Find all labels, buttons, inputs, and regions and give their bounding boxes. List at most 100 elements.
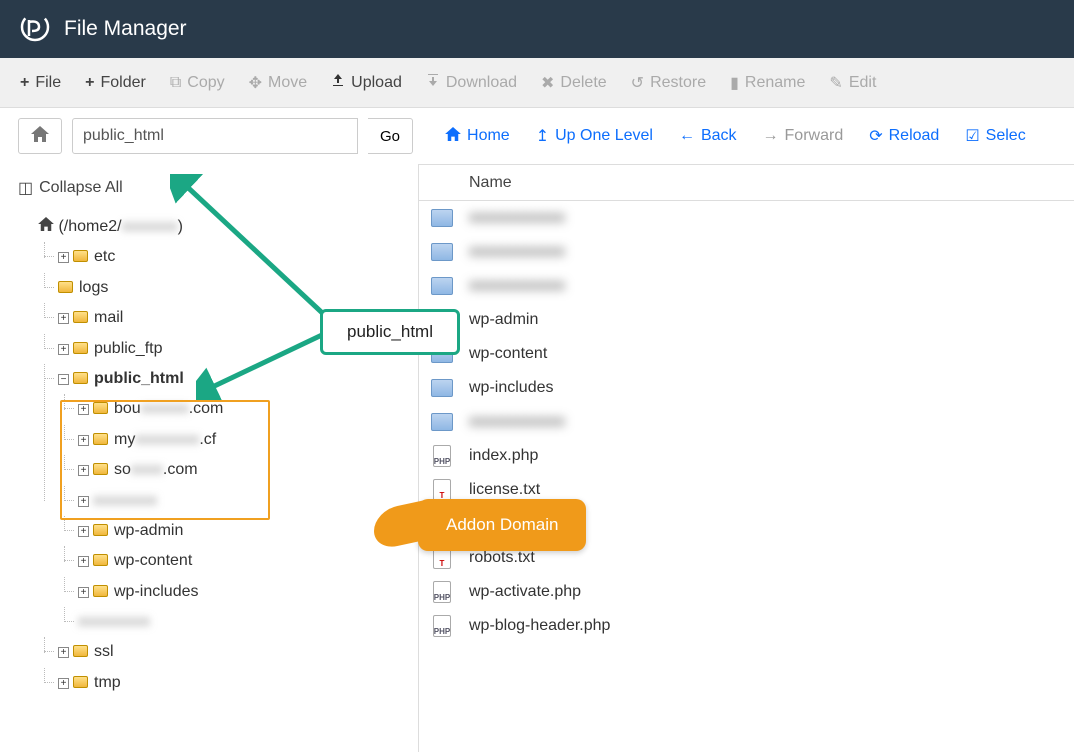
file-name: xxxxxxxxxxxx (469, 277, 565, 295)
download-icon (426, 73, 440, 92)
file-row[interactable]: xxxxxxxxxxxx (419, 269, 1074, 303)
file-row[interactable]: PHP wp-blog-header.php (419, 609, 1074, 643)
expand-toggle[interactable]: + (58, 344, 69, 355)
tree-addon-3[interactable]: +soxxxx.com (78, 455, 400, 485)
file-name: wp-activate.php (469, 583, 581, 601)
path-input[interactable] (72, 118, 358, 154)
expand-toggle[interactable]: + (58, 252, 69, 263)
annotation-public-html: public_html (320, 309, 460, 355)
file-name: robots.txt (469, 549, 535, 567)
folder-icon (93, 524, 108, 536)
restore-icon: ↺ (631, 73, 644, 93)
expand-toggle[interactable]: + (58, 678, 69, 689)
tree-root[interactable]: (/home2/xxxxxxx) +etc logs +mail +public… (38, 212, 400, 698)
folder-icon (73, 311, 88, 323)
nav-reload[interactable]: ⟳Reload (869, 126, 939, 146)
home-icon-button[interactable] (18, 118, 62, 154)
folder-icon (93, 554, 108, 566)
tree-blurred-item[interactable]: xxxxxxxxx (78, 607, 400, 637)
expand-toggle[interactable]: + (78, 465, 89, 476)
new-folder-button[interactable]: +Folder (85, 74, 146, 92)
expand-toggle[interactable]: + (78, 587, 89, 598)
expand-toggle[interactable]: + (78, 404, 89, 415)
file-row[interactable]: xxxxxxxxxxxx (419, 235, 1074, 269)
tree-addon-1[interactable]: +bouxxxxxx.com (78, 394, 400, 424)
move-button[interactable]: ✥Move (249, 73, 308, 93)
tree-addon-2[interactable]: +myxxxxxxxx.cf (78, 425, 400, 455)
collapse-all-button[interactable]: ◫ Collapse All (18, 178, 400, 198)
tree-addon-4[interactable]: +xxxxxxxx (78, 486, 400, 516)
folder-icon (93, 402, 108, 414)
cpanel-logo-icon (20, 12, 50, 46)
php-file-icon: PHP (429, 581, 455, 603)
download-button[interactable]: Download (426, 73, 517, 92)
file-row[interactable]: PHP wp-activate.php (419, 575, 1074, 609)
expand-toggle[interactable]: + (78, 435, 89, 446)
edit-button[interactable]: ✎Edit (829, 73, 876, 93)
folder-icon (429, 377, 455, 399)
txt-file-icon: T (429, 479, 455, 501)
file-name: xxxxxxxxxxxx (469, 413, 565, 431)
php-file-icon: PHP (429, 445, 455, 467)
nav-forward: →Forward (763, 127, 844, 145)
home-icon (445, 127, 461, 146)
nav-home[interactable]: Home (445, 127, 510, 146)
column-name[interactable]: Name (419, 174, 512, 192)
file-name: wp-blog-header.php (469, 617, 610, 635)
folder-icon (93, 585, 108, 597)
file-name: wp-admin (469, 311, 538, 329)
folder-icon (429, 411, 455, 433)
expand-toggle[interactable]: + (78, 526, 89, 537)
rename-button[interactable]: ▮Rename (730, 73, 805, 93)
file-row[interactable]: wp-admin (419, 303, 1074, 337)
file-list-header: Name (419, 165, 1074, 201)
tree-public-html[interactable]: −public_html +bouxxxxxx.com +myxxxxxxxx.… (58, 364, 400, 638)
file-list-panel: Name xxxxxxxxxxxx xxxxxxxxxxxx xxxxxxxxxxx… (418, 164, 1074, 752)
go-button[interactable]: Go (368, 118, 413, 154)
file-name: wp-content (469, 345, 547, 363)
folder-icon (429, 207, 455, 229)
upload-button[interactable]: Upload (331, 73, 402, 92)
expand-toggle[interactable]: − (58, 374, 69, 385)
nav-up[interactable]: ↥Up One Level (536, 126, 653, 146)
back-arrow-icon: ← (679, 127, 695, 145)
expand-toggle[interactable]: + (78, 496, 89, 507)
file-row[interactable]: xxxxxxxxxxxx (419, 201, 1074, 235)
copy-button[interactable]: ⧉Copy (170, 74, 225, 92)
upload-icon (331, 73, 345, 92)
expand-toggle[interactable]: + (58, 313, 69, 324)
folder-icon (73, 676, 88, 688)
delete-button[interactable]: ✖Delete (541, 73, 607, 93)
file-row[interactable]: PHPindex.php (419, 439, 1074, 473)
file-row[interactable]: wp-includes (419, 371, 1074, 405)
restore-button[interactable]: ↺Restore (631, 73, 706, 93)
tree-logs[interactable]: logs (58, 273, 400, 303)
new-file-button[interactable]: +File (20, 74, 61, 92)
file-name: license.txt (469, 481, 540, 499)
copy-icon: ⧉ (170, 74, 181, 92)
tree-wp-admin[interactable]: +wp-admin (78, 516, 400, 546)
file-name: xxxxxxxxxxxx (469, 209, 565, 227)
reload-icon: ⟳ (869, 126, 882, 146)
folder-icon (73, 645, 88, 657)
file-row[interactable]: xxxxxxxxxxxx (419, 405, 1074, 439)
tree-wp-content[interactable]: +wp-content (78, 546, 400, 576)
tree-ssl[interactable]: +ssl (58, 637, 400, 667)
php-file-icon: PHP (429, 615, 455, 637)
plus-icon: + (85, 74, 94, 92)
delete-icon: ✖ (541, 73, 554, 93)
forward-arrow-icon: → (763, 127, 779, 145)
folder-icon (73, 342, 88, 354)
folder-tree-panel: ◫ Collapse All (/home2/xxxxxxx) +etc log… (0, 164, 418, 752)
folder-tree: (/home2/xxxxxxx) +etc logs +mail +public… (18, 212, 400, 698)
home-icon (31, 126, 49, 146)
nav-back[interactable]: ←Back (679, 127, 737, 145)
tree-etc[interactable]: +etc (58, 242, 400, 272)
nav-select-all[interactable]: ☑Selec (965, 126, 1025, 146)
tree-tmp[interactable]: +tmp (58, 668, 400, 698)
file-row[interactable]: wp-content (419, 337, 1074, 371)
home-icon (38, 218, 54, 235)
expand-toggle[interactable]: + (58, 647, 69, 658)
tree-wp-includes[interactable]: +wp-includes (78, 577, 400, 607)
expand-toggle[interactable]: + (78, 556, 89, 567)
